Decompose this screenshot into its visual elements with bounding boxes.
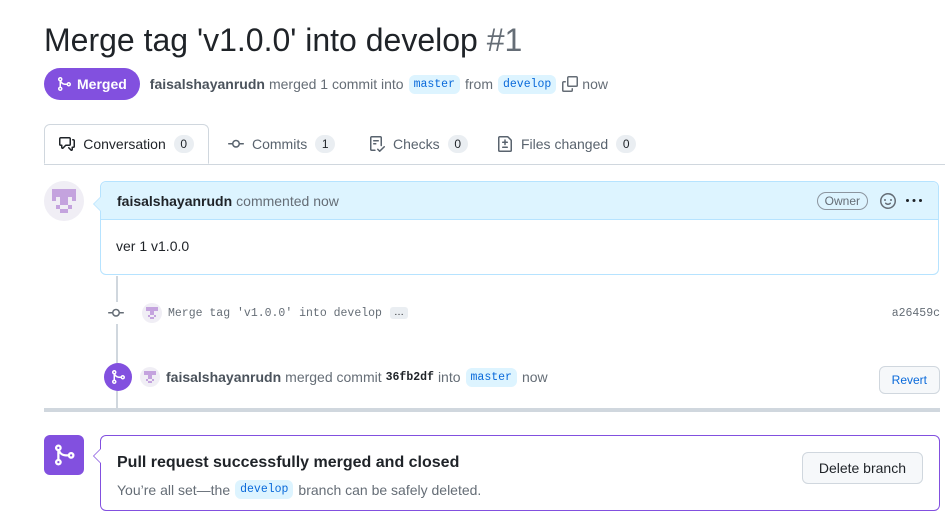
merged-state-badge: Merged bbox=[44, 68, 140, 100]
from-text: from bbox=[464, 76, 493, 92]
avatar[interactable] bbox=[44, 181, 84, 221]
merge-status-sub-prefix: You’re all set—the bbox=[117, 481, 231, 498]
file-diff-icon bbox=[498, 136, 512, 152]
merge-event-time: now bbox=[521, 369, 548, 385]
merge-event-text: merged commit bbox=[285, 369, 382, 385]
merge-target-branch[interactable]: master bbox=[465, 367, 517, 387]
pr-title: Merge tag 'v1.0.0' into develop bbox=[44, 22, 478, 58]
smiley-icon[interactable] bbox=[880, 192, 896, 209]
merge-status-box: Pull request successfully merged and clo… bbox=[93, 435, 940, 511]
tab-files-changed-label: Files changed bbox=[521, 136, 609, 152]
pr-time: now bbox=[582, 76, 608, 92]
page-title: Merge tag 'v1.0.0' into develop #1 bbox=[44, 22, 522, 59]
tab-files-changed-count: 0 bbox=[616, 135, 637, 153]
pr-state-row: Merged faisalshayanrudn merged 1 commit … bbox=[44, 68, 608, 100]
head-branch-label[interactable]: develop bbox=[497, 74, 557, 94]
identicon-image bbox=[44, 181, 84, 221]
tab-conversation-count: 0 bbox=[173, 135, 194, 153]
tab-checks-label: Checks bbox=[393, 136, 440, 152]
merge-commit-sha-link[interactable]: 36fb2df bbox=[386, 371, 434, 384]
merged-commits-text: merged 1 commit into bbox=[268, 76, 404, 92]
revert-button[interactable]: Revert bbox=[878, 366, 940, 394]
deletable-branch-label[interactable]: develop bbox=[235, 480, 294, 499]
comment-author-link[interactable]: faisalshayanrudn bbox=[117, 193, 232, 209]
timeline-end-divider bbox=[44, 408, 940, 412]
timeline-merge-event: faisalshayanrudn merged commit 36fb2df i… bbox=[104, 362, 940, 394]
comment-action-text: commented now bbox=[236, 192, 339, 209]
tab-checks[interactable]: Checks 0 bbox=[369, 124, 468, 164]
commit-message-link[interactable]: Merge tag 'v1.0.0' into develop bbox=[168, 307, 382, 320]
copy-icon[interactable] bbox=[562, 76, 579, 92]
merge-event-badge bbox=[104, 363, 132, 391]
comment-header: faisalshayanrudn commented now Owner bbox=[101, 182, 938, 220]
delete-branch-button[interactable]: Delete branch bbox=[801, 452, 923, 484]
base-branch-label[interactable]: master bbox=[408, 74, 460, 94]
git-commit-icon bbox=[108, 308, 124, 317]
comment-body: ver 1 v1.0.0 bbox=[116, 238, 190, 254]
comment-discussion-icon bbox=[59, 137, 76, 151]
pr-tabs: Conversation 0 Commits 1 Checks 0 Files … bbox=[44, 124, 945, 165]
merge-author-avatar[interactable] bbox=[140, 367, 160, 387]
merge-into-text: into bbox=[437, 369, 461, 385]
tab-commits-count: 1 bbox=[315, 135, 336, 153]
tab-conversation-label: Conversation bbox=[83, 136, 166, 152]
pr-author-link[interactable]: faisalshayanrudn bbox=[150, 76, 265, 92]
kebab-horizontal-icon[interactable] bbox=[906, 193, 922, 209]
merge-author-link[interactable]: faisalshayanrudn bbox=[166, 369, 281, 385]
comment-box: faisalshayanrudn commented now Owner ver… bbox=[93, 181, 939, 275]
git-merge-icon bbox=[55, 444, 75, 466]
identicon-image bbox=[140, 367, 160, 387]
merge-status-title: Pull request successfully merged and clo… bbox=[117, 454, 460, 471]
tab-commits-label: Commits bbox=[252, 136, 308, 152]
commit-sha-link[interactable]: a26459c bbox=[892, 307, 940, 320]
tab-files-changed[interactable]: Files changed 0 bbox=[497, 124, 637, 164]
git-merge-icon bbox=[112, 370, 126, 384]
commit-expand-button[interactable]: … bbox=[389, 307, 408, 319]
merge-status-subtitle: You’re all set—the develop branch can be… bbox=[117, 480, 481, 499]
merge-status-sub-suffix: branch can be safely deleted. bbox=[298, 481, 482, 498]
git-merge-icon bbox=[58, 77, 72, 91]
merged-state-label: Merged bbox=[77, 76, 127, 92]
commit-dot bbox=[104, 302, 128, 324]
merge-status-icon-box bbox=[44, 435, 84, 475]
checklist-icon bbox=[370, 136, 385, 152]
owner-badge: Owner bbox=[816, 191, 868, 210]
tab-conversation[interactable]: Conversation 0 bbox=[44, 124, 209, 164]
git-commit-icon bbox=[228, 139, 244, 148]
commit-author-avatar[interactable] bbox=[142, 303, 162, 323]
tab-checks-count: 0 bbox=[447, 135, 468, 153]
identicon-image bbox=[142, 303, 162, 323]
timeline-commit-item: Merge tag 'v1.0.0' into develop … a26459… bbox=[104, 302, 940, 324]
tab-commits[interactable]: Commits 1 bbox=[228, 124, 336, 164]
pr-number: #1 bbox=[486, 22, 523, 58]
